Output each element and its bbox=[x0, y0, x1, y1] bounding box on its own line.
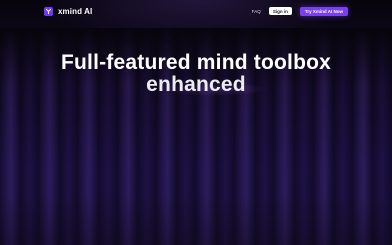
landing-page: xmind AI FAQ Sign in Try Xmind AI Now Fu… bbox=[0, 0, 392, 245]
hero-title-line-1: Full-featured mind toolbox bbox=[60, 51, 332, 74]
hero-section: Full-featured mind toolbox enhanced bbox=[0, 52, 392, 96]
brand-name: xmind AI bbox=[58, 6, 93, 16]
hero-title: Full-featured mind toolbox enhanced bbox=[0, 52, 392, 96]
site-header: xmind AI FAQ Sign in Try Xmind AI Now bbox=[0, 0, 392, 22]
try-xmind-ai-button[interactable]: Try Xmind AI Now bbox=[299, 6, 348, 16]
sign-in-button[interactable]: Sign in bbox=[268, 7, 292, 15]
top-nav: FAQ Sign in Try Xmind AI Now bbox=[252, 6, 348, 16]
xmind-logo-icon bbox=[44, 6, 53, 16]
hero-title-line-2-text: enhanced bbox=[146, 73, 246, 96]
hero-title-line-2: enhanced bbox=[0, 74, 392, 96]
brand-link[interactable]: xmind AI bbox=[44, 6, 93, 16]
faq-link[interactable]: FAQ bbox=[252, 9, 261, 14]
